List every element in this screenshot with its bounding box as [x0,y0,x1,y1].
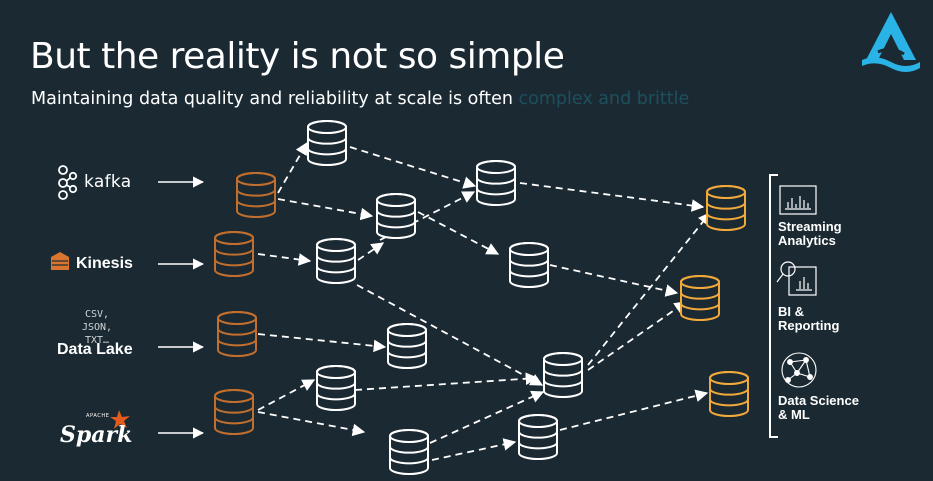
consumer-streaming-line2: Analytics [778,233,836,248]
output-db-ds [709,371,749,417]
db-node-a [307,120,347,166]
source-db-data-lake [217,311,257,357]
consumer-streaming-analytics: Streaming Analytics [778,220,842,248]
consumers-bracket [769,174,778,438]
db-node-h [543,352,583,398]
source-db-spark [214,389,254,435]
source-arrows [158,176,205,439]
network-icon [781,352,817,388]
db-node-i [389,429,429,475]
consumer-ds-line2: & ML [778,407,810,422]
format-csv: CSV, [84,309,110,320]
output-db-streaming [706,185,746,231]
magnifier-chart-icon [776,261,817,296]
db-node-e [509,242,549,288]
db-node-g [316,365,356,411]
source-data-lake-label: Data Lake [57,341,133,358]
consumer-bi-line2: Reporting [778,318,840,333]
kafka-logo-icon [58,165,78,200]
database-group [214,120,749,475]
db-node-b [376,193,416,239]
db-node-d [476,160,516,206]
source-db-kinesis [214,231,254,277]
source-db-kafka [236,172,276,218]
db-node-c [316,238,356,284]
output-db-bi [680,275,720,321]
format-json: JSON, [81,322,113,333]
source-kafka-label: kafka [84,172,132,192]
source-kinesis-label: Kinesis [76,255,133,272]
source-spark-label: Spark [60,422,133,448]
consumer-ds-line1: Data Science [778,393,859,408]
consumer-data-science: Data Science & ML [778,394,859,422]
db-node-f [387,323,427,369]
slide: But the reality is not so simple Maintai… [0,0,933,481]
bar-chart-icon [779,185,817,215]
consumer-bi-line1: BI & [778,304,804,319]
db-node-j [518,414,558,460]
kinesis-logo-icon [51,252,69,270]
consumer-streaming-line1: Streaming [778,219,842,234]
spark-apache-tag: APACHE [86,413,110,419]
consumer-bi-reporting: BI & Reporting [778,305,839,333]
